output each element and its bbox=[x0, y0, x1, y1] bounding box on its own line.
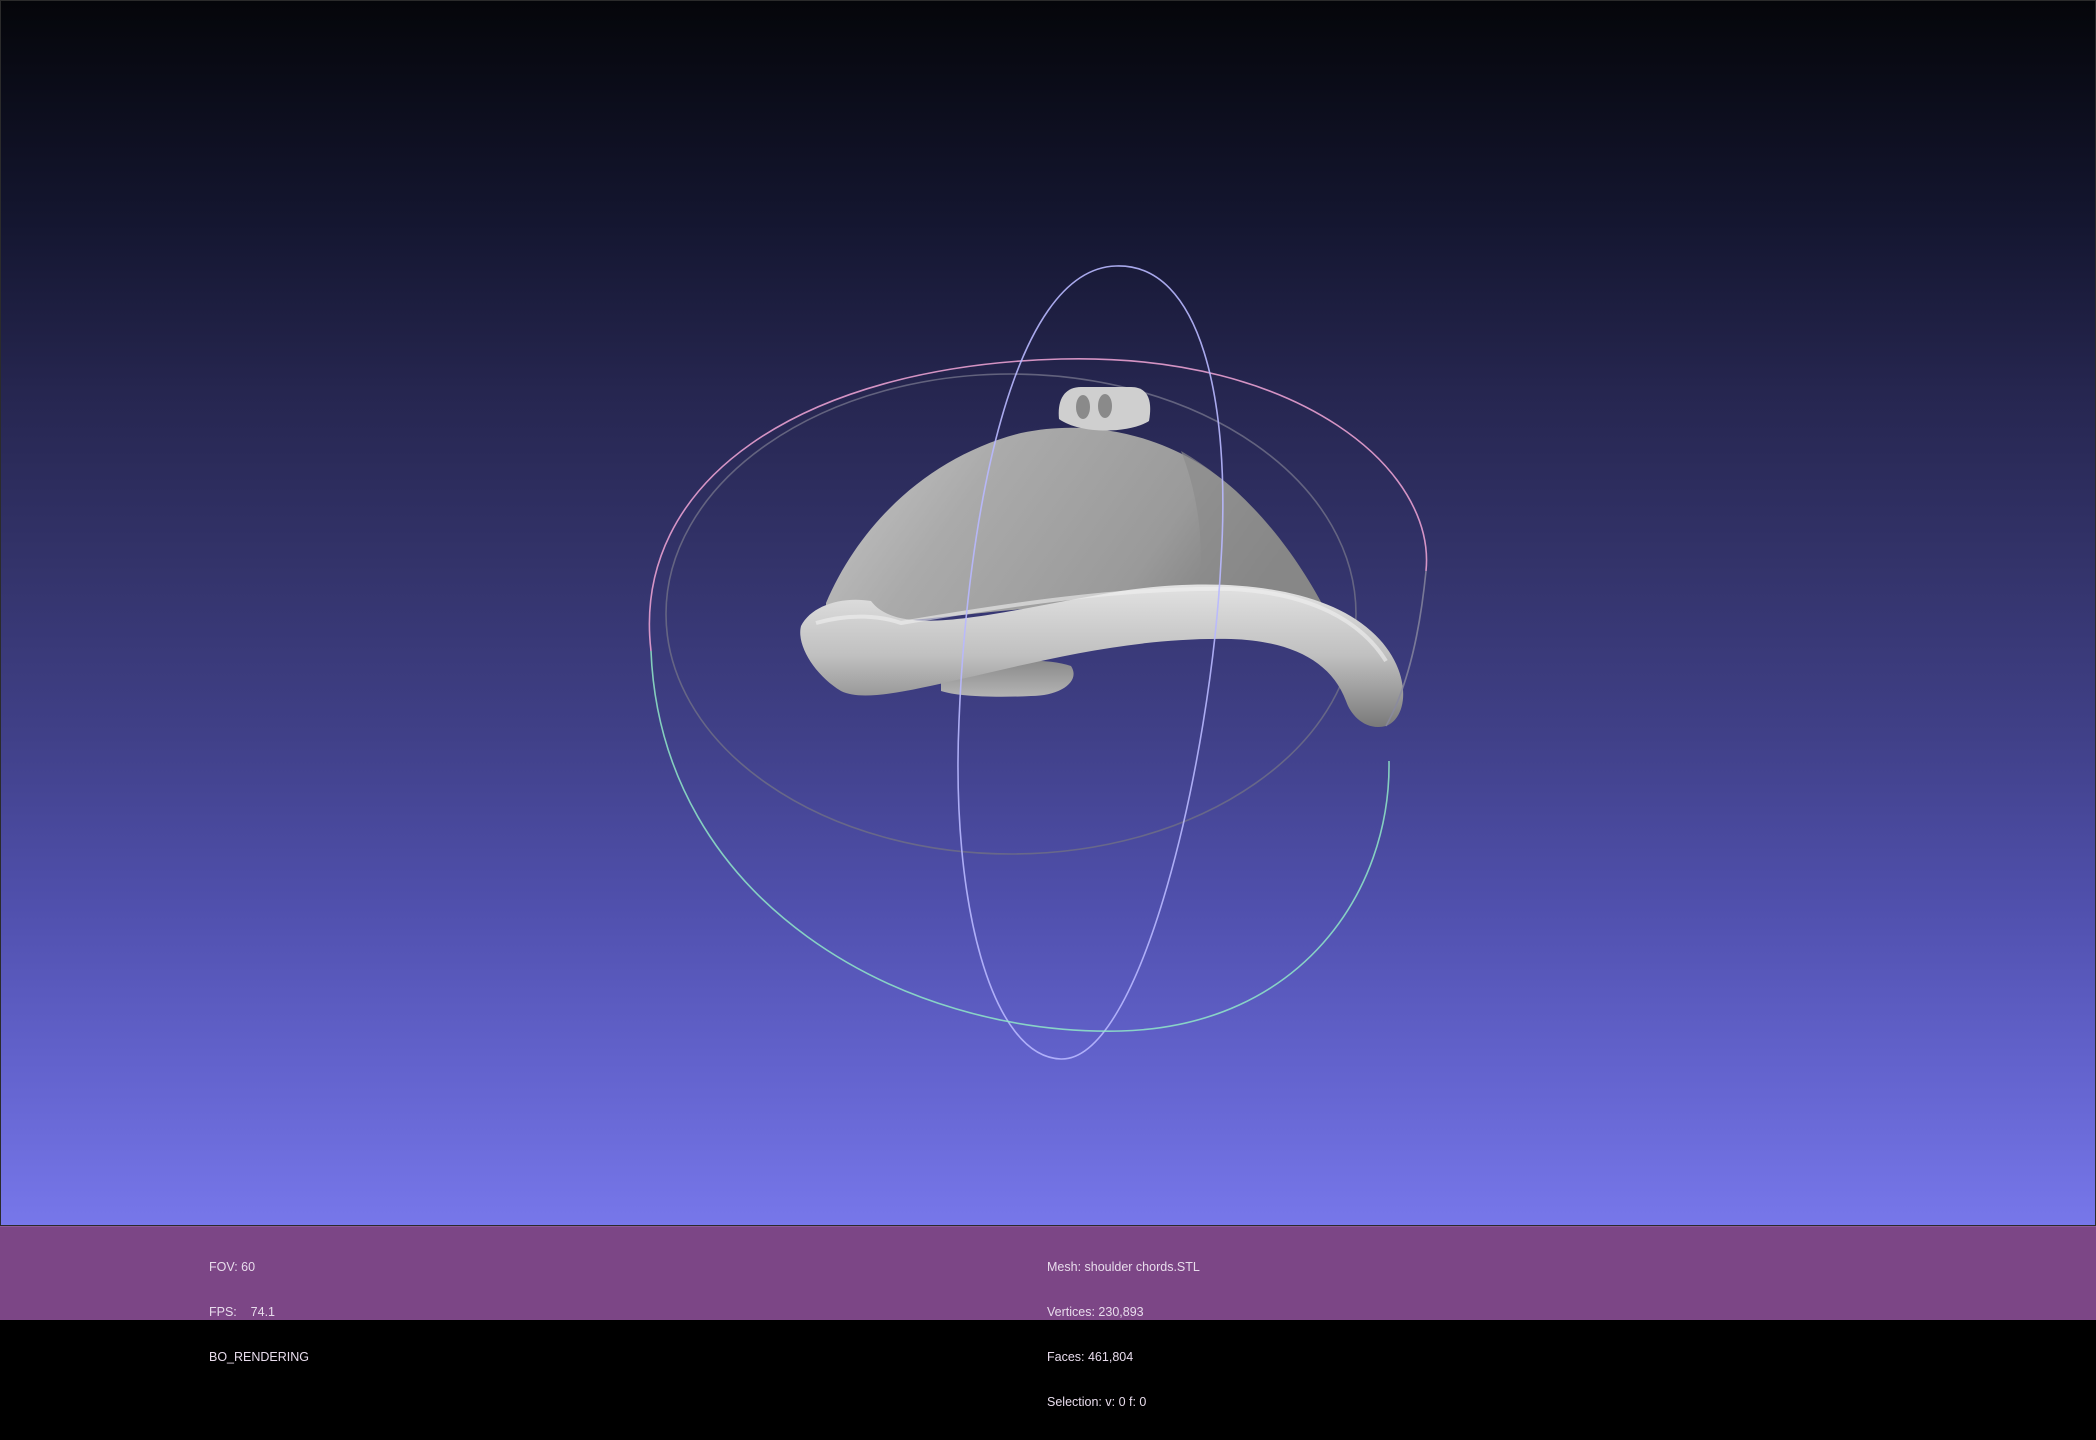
3d-viewport[interactable] bbox=[0, 0, 2096, 1226]
info-bar: FOV: 60 FPS: 74.1 BO_RENDERING Mesh: sho… bbox=[0, 1226, 2096, 1409]
mesh-lug-hole-1 bbox=[1076, 395, 1090, 419]
mesh-lug-hole-2 bbox=[1098, 394, 1112, 418]
mesh-model[interactable] bbox=[800, 387, 1404, 727]
render-mode-label: BO_RENDERING bbox=[209, 1350, 310, 1364]
selection-label: Selection: v: 0 f: 0 bbox=[1047, 1395, 1147, 1409]
faces-label: Faces: 461,804 bbox=[1047, 1350, 1134, 1364]
vertices-label: Vertices: 230,893 bbox=[1047, 1305, 1144, 1319]
fps-label: FPS: 74.1 bbox=[209, 1305, 276, 1319]
fov-label: FOV: 60 bbox=[209, 1260, 256, 1274]
scene-canvas[interactable] bbox=[1, 1, 2096, 1227]
mesh-info: Mesh: shoulder chords.STL Vertices: 230,… bbox=[1047, 1230, 1200, 1440]
render-info: FOV: 60 FPS: 74.1 BO_RENDERING bbox=[209, 1230, 309, 1395]
mesh-name-label: Mesh: shoulder chords.STL bbox=[1047, 1260, 1200, 1274]
trackball-ring-z bbox=[650, 650, 1390, 1032]
